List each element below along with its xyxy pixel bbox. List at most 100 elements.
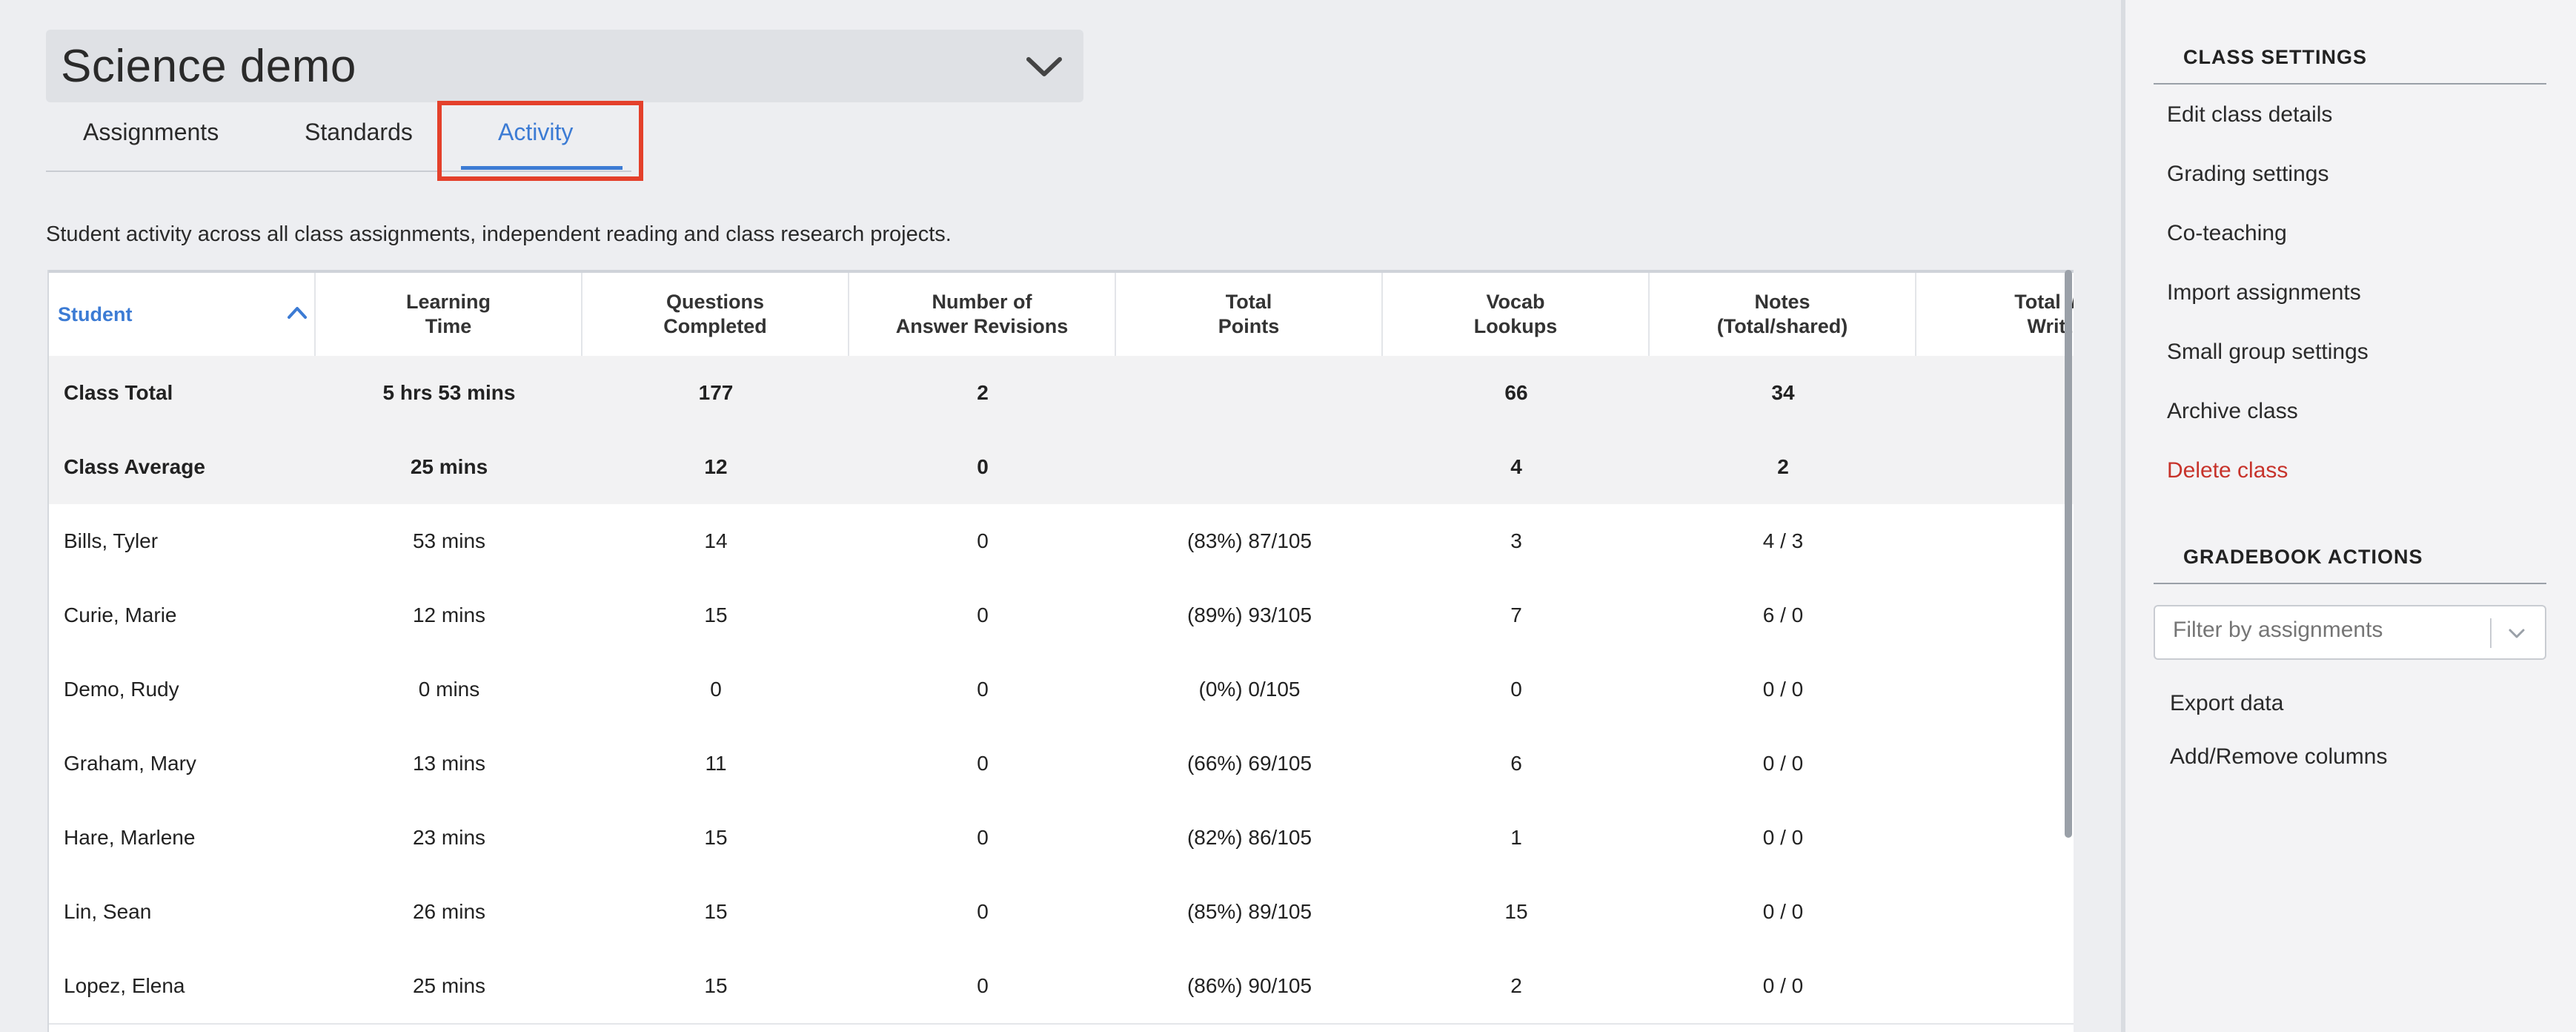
cell-questions: 15 — [704, 603, 728, 626]
heading-divider — [2154, 83, 2546, 85]
cell-points: (66%) 69/105 — [1186, 752, 1312, 775]
filter-input[interactable] — [2171, 617, 2486, 644]
highlight-annotation — [437, 101, 643, 181]
table-row[interactable]: Lin, Sean 26 mins 15 0 (85%) 89/105 15 0 / 0 10… — [49, 875, 2074, 950]
cell-vocab: 4 — [1510, 455, 1522, 478]
sidebar-link-small-group-settings[interactable]: Small group settings — [2167, 340, 2368, 365]
cell-words: 103 — [1916, 875, 2074, 949]
table-row[interactable]: Hare, Marlene 23 mins 15 0 (82%) 86/105 1 0 / … — [49, 801, 2074, 876]
action-add-remove-columns[interactable]: Add/Remove columns — [2170, 744, 2387, 770]
cell-words: 158 — [1916, 430, 2074, 504]
cell-notes: 0 / 0 — [1762, 974, 1804, 997]
cell-student: Class Total — [64, 381, 173, 404]
cell-questions: 15 — [704, 900, 728, 923]
sidebar-link-edit-class-details[interactable]: Edit class details — [2167, 102, 2332, 128]
cell-learning-time: 53 mins — [412, 529, 486, 552]
gradebook-actions-heading: GRADEBOOK ACTIONS — [2183, 546, 2423, 568]
sidebar-link-delete-class[interactable]: Delete class — [2167, 458, 2288, 483]
class-selector[interactable]: Science demo — [46, 30, 1083, 102]
select-separator — [2490, 618, 2492, 648]
class-title: Science demo — [61, 40, 356, 92]
cell-words: 134 — [1916, 949, 2074, 1023]
cell-points — [1116, 356, 1383, 430]
cell-notes: 0 / 0 — [1762, 678, 1804, 701]
sort-ascending-icon[interactable] — [286, 304, 308, 322]
chevron-down-icon[interactable] — [2506, 624, 2527, 642]
cell-points: (82%) 86/105 — [1186, 826, 1312, 849]
cell-questions: 177 — [698, 381, 734, 404]
cell-points: (86%) 90/105 — [1186, 974, 1312, 997]
cell-notes: 2 — [1777, 455, 1789, 478]
sidebar-link-import-assignments[interactable]: Import assignments — [2167, 280, 2361, 305]
table-scrollbar[interactable] — [2065, 270, 2072, 838]
cell-student: Demo, Rudy — [64, 678, 179, 701]
cell-questions: 14 — [704, 529, 728, 552]
cell-vocab: 7 — [1510, 603, 1522, 626]
sidebar-link-grading-settings[interactable]: Grading settings — [2167, 162, 2328, 187]
cell-notes: 0 / 0 — [1762, 752, 1804, 775]
cell-learning-time: 0 mins — [418, 678, 480, 701]
column-header-words[interactable]: Total WWritt — [1916, 273, 2074, 356]
table-row[interactable]: Graham, Mary 13 mins 11 0 (66%) 69/105 6 0 / 0… — [49, 727, 2074, 802]
cell-points: (85%) 89/105 — [1186, 900, 1312, 923]
cell-learning-time: 25 mins — [412, 974, 486, 997]
cell-questions: 0 — [710, 678, 722, 701]
cell-notes: 0 / 0 — [1762, 826, 1804, 849]
summary-row[interactable]: Class Total 5 hrs 53 mins 177 2 66 34 2227 — [49, 356, 2074, 431]
cell-learning-time: 23 mins — [412, 826, 486, 849]
table-row[interactable]: Curie, Marie 12 mins 15 0 (89%) 93/105 7 6 / 0… — [49, 578, 2074, 654]
cell-vocab: 0 — [1510, 678, 1522, 701]
sidebar-link-co-teaching[interactable]: Co-teaching — [2167, 221, 2287, 246]
heading-divider — [2154, 583, 2546, 584]
cell-questions: 11 — [705, 752, 727, 775]
table-row[interactable]: Bills, Tyler 53 mins 14 0 (83%) 87/105 3 4 / 3… — [49, 504, 2074, 580]
page-description: Student activity across all class assign… — [46, 222, 952, 246]
tab-assignments[interactable]: Assignments — [83, 119, 219, 146]
cell-revisions: 0 — [977, 603, 989, 626]
cell-student: Lin, Sean — [64, 900, 152, 923]
column-header-vocab[interactable]: Vocab Lookups — [1383, 273, 1650, 356]
cell-words: 0 — [1916, 652, 2074, 727]
cell-notes: 6 / 0 — [1762, 603, 1804, 626]
cell-questions: 12 — [704, 455, 728, 478]
cell-student: Lopez, Elena — [64, 974, 185, 997]
column-header-learning-time[interactable]: Learning Time — [316, 273, 582, 356]
table-row[interactable]: Lopez, Elena 25 mins 15 0 (86%) 90/105 2 0 / 0… — [49, 949, 2074, 1025]
cell-revisions: 0 — [977, 455, 989, 478]
cell-learning-time: 25 mins — [410, 455, 488, 478]
cell-student: Class Average — [64, 455, 205, 478]
table-row[interactable]: Demo, Rudy 0 mins 0 0 (0%) 0/105 0 0 / 0 0 — [49, 652, 2074, 728]
cell-words: 2227 — [1916, 356, 2074, 430]
cell-points: (83%) 87/105 — [1186, 529, 1312, 552]
cell-questions: 15 — [704, 826, 728, 849]
column-header-questions[interactable]: Questions Completed — [582, 273, 849, 356]
cell-vocab: 6 — [1510, 752, 1522, 775]
column-header-notes[interactable]: Notes (Total/shared) — [1650, 273, 1916, 356]
cell-points: (0%) 0/105 — [1198, 678, 1301, 701]
tab-standards[interactable]: Standards — [305, 119, 413, 146]
column-header-revisions[interactable]: Number of Answer Revisions — [849, 273, 1116, 356]
action-export-data[interactable]: Export data — [2170, 691, 2283, 716]
cell-vocab: 1 — [1510, 826, 1522, 849]
cell-revisions: 0 — [977, 826, 989, 849]
table-header-row: Student Learning Time Questions Completed … — [49, 273, 2074, 359]
cell-student: Graham, Mary — [64, 752, 196, 775]
main-content: Science demo Assignments Standards Activ… — [0, 0, 2121, 1032]
cell-words: 127 — [1916, 801, 2074, 875]
chevron-down-icon[interactable] — [1024, 52, 1064, 82]
cell-learning-time: 13 mins — [412, 752, 486, 775]
class-settings-heading: CLASS SETTINGS — [2183, 46, 2368, 68]
cell-student: Hare, Marlene — [64, 826, 196, 849]
cell-notes: 34 — [1771, 381, 1795, 404]
cell-notes: 0 / 0 — [1762, 900, 1804, 923]
column-header-points[interactable]: Total Points — [1116, 273, 1383, 356]
cell-revisions: 2 — [977, 381, 989, 404]
filter-by-assignments-select[interactable] — [2154, 605, 2546, 660]
cell-revisions: 0 — [977, 752, 989, 775]
cell-points: (89%) 93/105 — [1186, 603, 1312, 626]
sidebar-link-archive-class[interactable]: Archive class — [2167, 399, 2298, 424]
summary-row[interactable]: Class Average 25 mins 12 0 4 2 158 — [49, 430, 2074, 507]
cell-revisions: 0 — [977, 900, 989, 923]
column-header-student[interactable]: Student — [49, 273, 316, 356]
cell-vocab: 2 — [1510, 974, 1522, 997]
